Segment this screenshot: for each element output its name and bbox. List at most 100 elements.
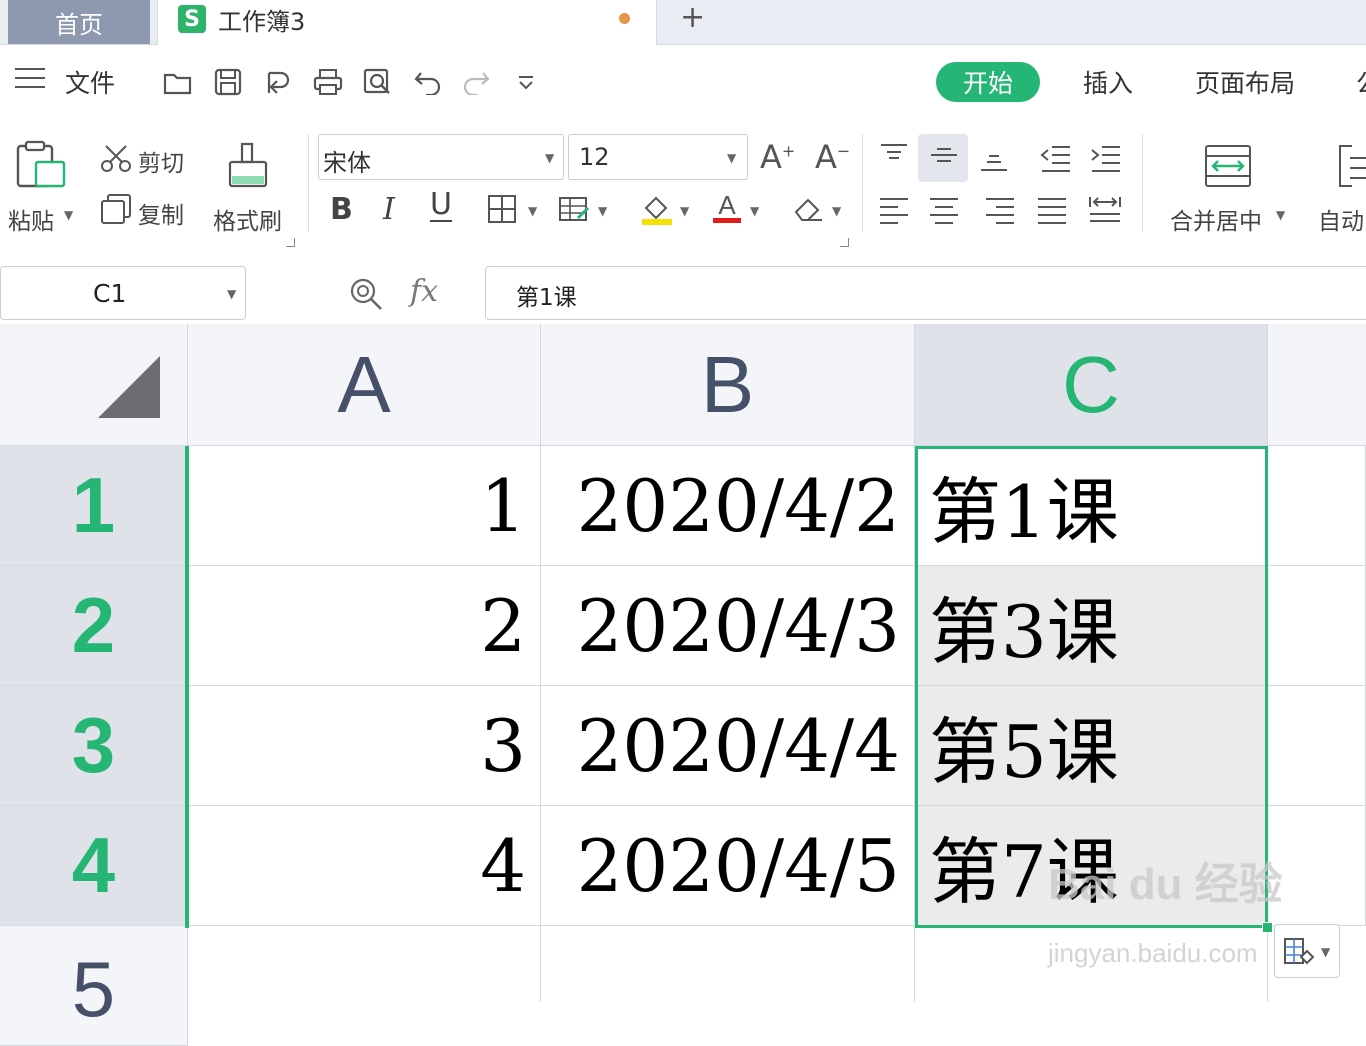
cut-button[interactable]: 剪切 bbox=[138, 144, 184, 178]
hamburger-menu-icon[interactable] bbox=[15, 68, 45, 90]
paste-dropdown-icon[interactable]: ▼ bbox=[64, 208, 73, 222]
tab-insert[interactable]: 插入 bbox=[1083, 64, 1133, 100]
column-header-d[interactable] bbox=[1268, 324, 1366, 446]
align-bottom-icon[interactable] bbox=[978, 148, 1010, 180]
copy-icon[interactable] bbox=[100, 193, 132, 225]
font-name-dropdown-icon[interactable]: ▼ bbox=[545, 151, 554, 165]
tab-start[interactable]: 开始 bbox=[936, 62, 1040, 102]
merge-center-button[interactable]: 合并居中 bbox=[1170, 202, 1262, 236]
row-header-2[interactable]: 2 bbox=[0, 566, 188, 686]
decrease-font-icon[interactable]: A− bbox=[815, 138, 850, 176]
add-tab-button[interactable]: + bbox=[680, 0, 705, 35]
export-icon[interactable] bbox=[262, 66, 294, 98]
row-header-5[interactable]: 5 bbox=[0, 926, 188, 1046]
column-header-c[interactable]: C bbox=[915, 324, 1268, 446]
redo-icon[interactable] bbox=[460, 66, 492, 98]
row-header-4[interactable]: 4 bbox=[0, 806, 188, 926]
fill-handle[interactable] bbox=[1262, 922, 1273, 933]
fill-color-icon[interactable] bbox=[640, 192, 674, 230]
font-size-dropdown-icon[interactable]: ▼ bbox=[727, 151, 736, 165]
distribute-icon[interactable] bbox=[1088, 194, 1122, 228]
row-header-1[interactable]: 1 bbox=[0, 446, 188, 566]
cell-b4[interactable]: 2020/4/5 bbox=[541, 806, 915, 926]
italic-button[interactable]: I bbox=[383, 192, 395, 227]
paste-button[interactable]: 粘贴 bbox=[8, 202, 54, 236]
cell-a4[interactable]: 4 bbox=[188, 806, 541, 926]
print-preview-icon[interactable] bbox=[362, 66, 394, 98]
copy-button[interactable]: 复制 bbox=[138, 196, 184, 230]
justify-icon[interactable] bbox=[1036, 196, 1068, 228]
format-painter-button[interactable]: 格式刷 bbox=[213, 202, 282, 236]
file-menu[interactable]: 文件 bbox=[65, 64, 115, 100]
increase-font-icon[interactable]: A+ bbox=[760, 138, 795, 176]
align-top-icon[interactable] bbox=[878, 142, 910, 174]
ribbon-separator bbox=[862, 134, 863, 232]
cell-b3[interactable]: 2020/4/4 bbox=[541, 686, 915, 806]
cell-c3[interactable]: 第5课 bbox=[915, 686, 1268, 806]
font-color-icon[interactable]: A bbox=[712, 190, 742, 230]
cell-d1[interactable] bbox=[1268, 446, 1366, 566]
zoom-search-icon[interactable] bbox=[348, 276, 384, 316]
merge-center-dropdown-icon[interactable]: ▼ bbox=[1276, 208, 1285, 222]
auto-wrap-button[interactable]: 自动 bbox=[1318, 202, 1366, 236]
borders-dropdown-icon[interactable]: ▼ bbox=[528, 204, 537, 218]
clear-format-icon[interactable] bbox=[792, 194, 824, 228]
cell-a1[interactable]: 1 bbox=[188, 446, 541, 566]
font-color-dropdown-icon[interactable]: ▼ bbox=[750, 204, 759, 218]
cell-a2[interactable]: 2 bbox=[188, 566, 541, 686]
cell-b1[interactable]: 2020/4/2 bbox=[541, 446, 915, 566]
format-painter-icon[interactable] bbox=[226, 142, 270, 190]
cell-c1[interactable]: 第1课 bbox=[915, 446, 1268, 566]
undo-icon[interactable] bbox=[412, 66, 444, 98]
tab-page-layout[interactable]: 页面布局 bbox=[1195, 64, 1295, 100]
paste-options-button[interactable]: ▼ bbox=[1274, 924, 1340, 978]
row-header-3[interactable]: 3 bbox=[0, 686, 188, 806]
name-box[interactable]: C1 ▼ bbox=[0, 266, 246, 320]
cell-a5[interactable] bbox=[188, 926, 541, 1002]
customize-toolbar-icon[interactable] bbox=[510, 66, 542, 98]
tab-formula[interactable]: 公 bbox=[1356, 64, 1366, 100]
cell-d4[interactable] bbox=[1268, 806, 1366, 926]
cell-d3[interactable] bbox=[1268, 686, 1366, 806]
bold-button[interactable]: B bbox=[330, 192, 353, 227]
cell-b2[interactable]: 2020/4/3 bbox=[541, 566, 915, 686]
borders-icon[interactable] bbox=[487, 194, 517, 228]
font-size-value: 12 bbox=[579, 143, 610, 171]
column-header-b[interactable]: B bbox=[541, 324, 915, 446]
auto-wrap-icon[interactable] bbox=[1338, 144, 1366, 192]
tab-home[interactable]: 首页 bbox=[8, 0, 150, 44]
print-icon[interactable] bbox=[312, 66, 344, 98]
align-right-icon[interactable] bbox=[984, 196, 1016, 228]
align-left-icon[interactable] bbox=[878, 196, 910, 228]
cell-d2[interactable] bbox=[1268, 566, 1366, 686]
decrease-indent-icon[interactable] bbox=[1040, 144, 1072, 176]
merge-center-icon[interactable] bbox=[1204, 144, 1252, 192]
clipboard-launcher-icon[interactable] bbox=[286, 238, 295, 247]
align-center-icon[interactable] bbox=[928, 196, 960, 228]
paste-options-dropdown-icon[interactable]: ▼ bbox=[1321, 945, 1330, 959]
column-header-a[interactable]: A bbox=[188, 324, 541, 446]
cell-a3[interactable]: 3 bbox=[188, 686, 541, 806]
svg-text:A: A bbox=[718, 190, 736, 220]
select-all-corner[interactable] bbox=[0, 324, 188, 446]
open-folder-icon[interactable] bbox=[162, 66, 194, 98]
fill-color-dropdown-icon[interactable]: ▼ bbox=[680, 204, 689, 218]
function-button[interactable]: fx bbox=[410, 274, 438, 309]
underline-button[interactable]: U bbox=[430, 190, 452, 222]
formula-input[interactable]: 第1课 bbox=[485, 266, 1366, 320]
cell-style-dropdown-icon[interactable]: ▼ bbox=[598, 204, 607, 218]
cell-c2[interactable]: 第3课 bbox=[915, 566, 1268, 686]
align-middle-icon[interactable] bbox=[928, 142, 960, 174]
clear-format-dropdown-icon[interactable]: ▼ bbox=[832, 204, 841, 218]
name-box-dropdown-icon[interactable]: ▼ bbox=[227, 287, 236, 301]
font-size-select[interactable]: 12 ▼ bbox=[568, 134, 748, 180]
cell-b5[interactable] bbox=[541, 926, 915, 1002]
scissors-icon[interactable] bbox=[100, 144, 132, 174]
tab-workbook[interactable]: S 工作簿3 bbox=[157, 0, 657, 45]
save-icon[interactable] bbox=[212, 66, 244, 98]
font-launcher-icon[interactable] bbox=[840, 238, 849, 247]
paste-icon[interactable] bbox=[14, 140, 66, 190]
cell-style-icon[interactable] bbox=[558, 194, 590, 228]
increase-indent-icon[interactable] bbox=[1090, 144, 1122, 176]
font-name-select[interactable]: 宋体 ▼ bbox=[318, 134, 564, 180]
